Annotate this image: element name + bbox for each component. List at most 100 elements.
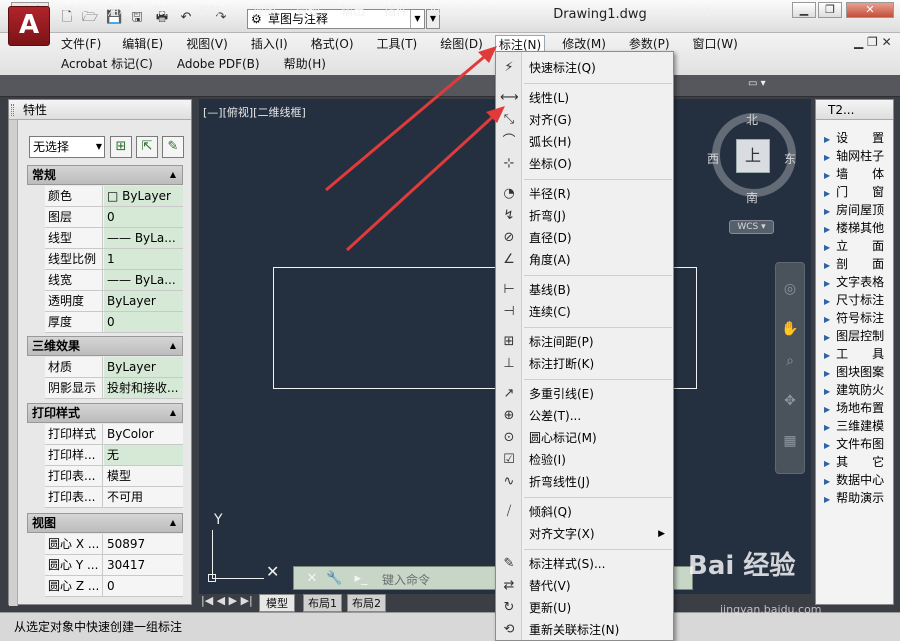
zoom-icon[interactable]: ⌕ (781, 352, 799, 370)
menu-item-reassociate[interactable]: ⟲ 重新关联标注(N) (496, 619, 673, 641)
prop-row-shadow[interactable]: 阴影显示 投射和接收... (45, 378, 183, 399)
menu-item-dim-space[interactable]: ⊞ 标注间距(P) (496, 331, 673, 353)
menu-insert[interactable]: 插入(I) (248, 35, 291, 54)
menu-item-quick-dimension[interactable]: ⚡ 快速标注(Q) (496, 57, 673, 79)
menu-adobe-pdf[interactable]: Adobe PDF(B) (174, 55, 263, 73)
prop-row-lineweight[interactable]: 线宽 —— ByLa... (45, 270, 183, 291)
prop-row-center-x[interactable]: 圆心 X ... 50897 (45, 534, 183, 555)
showmotion-icon[interactable]: ▦ (781, 432, 799, 450)
menu-item-aligned[interactable]: ⤡ 对齐(G) (496, 109, 673, 131)
menu-item-continue[interactable]: ⊣ 连续(C) (496, 301, 673, 323)
menu-file[interactable]: 文件(F) (58, 35, 104, 54)
pan-hand-icon[interactable]: ✋ (781, 320, 799, 338)
menu-item-baseline[interactable]: ⊢ 基线(B) (496, 279, 673, 301)
tab-insert[interactable]: 插入 (57, 2, 93, 21)
select-objects-icon[interactable]: ⇱ (136, 136, 158, 158)
prop-row-linetype[interactable]: 线型 —— ByLa... (45, 228, 183, 249)
menu-window[interactable]: 窗口(W) (690, 35, 741, 54)
tab-layout2[interactable]: 布局2 (347, 594, 386, 612)
tab-output[interactable]: 输出 (335, 2, 371, 21)
menu-item-linear[interactable]: ⟷ 线性(L) (496, 87, 673, 109)
viewport-controls[interactable]: [—][俯视][二维线框] (203, 104, 306, 120)
palette-item[interactable]: ▶ 房间屋顶 (824, 201, 894, 219)
palette-item[interactable]: ▶ 数据中心 (824, 471, 894, 489)
compass-south[interactable]: 南 (746, 189, 758, 206)
selection-dropdown[interactable]: 无选择 ▼ (29, 136, 105, 158)
ribbon-options-icon[interactable]: ▭ ▾ (748, 78, 766, 89)
menu-edit[interactable]: 编辑(E) (119, 35, 166, 54)
tab-nav-arrows[interactable]: |◀ ◀ ▶ ▶| (201, 594, 253, 607)
orbit-icon[interactable]: ✥ (781, 392, 799, 410)
palette-item[interactable]: ▶ 其 它 (824, 453, 894, 471)
menu-item-update[interactable]: ↻ 更新(U) (496, 597, 673, 619)
palette-item[interactable]: ▶ 设 置 (824, 129, 894, 147)
menu-item-align-text[interactable]: 对齐文字(X) ▶ (496, 523, 673, 545)
palette-item[interactable]: ▶ 尺寸标注 (824, 291, 894, 309)
maximize-button[interactable]: ❐ (818, 2, 842, 18)
menu-item-diameter[interactable]: ⊘ 直径(D) (496, 227, 673, 249)
tab-manage[interactable]: 管理 (290, 2, 326, 21)
prop-row-layer[interactable]: 图层 0 (45, 207, 183, 228)
palette-item[interactable]: ▶ 文字表格 (824, 273, 894, 291)
tab-model[interactable]: 模型 (259, 594, 295, 612)
compass-west[interactable]: 西 (707, 150, 719, 167)
menu-tools[interactable]: 工具(T) (374, 35, 421, 54)
close-icon[interactable]: ✕ (304, 571, 320, 587)
menu-item-dim-style[interactable]: ✎ 标注样式(S)... (496, 553, 673, 575)
compass-east[interactable]: 东 (784, 150, 796, 167)
tab-autodesk360[interactable]: Autodesk 3 (423, 2, 503, 21)
palette-item[interactable]: ▶ 三维建模 (824, 417, 894, 435)
prop-row-center-z[interactable]: 圆心 Z ... 0 (45, 576, 183, 597)
palette-item[interactable]: ▶ 文件布图 (824, 435, 894, 453)
menu-item-jogged[interactable]: ↯ 折弯(J) (496, 205, 673, 227)
palette-item[interactable]: ▶ 图块图案 (824, 363, 894, 381)
prop-row-plotstyle[interactable]: 打印样式 ByColor (45, 424, 183, 445)
prop-row-plot-type[interactable]: 打印表... 不可用 (45, 487, 183, 508)
section-view[interactable]: 视图 ▲ (27, 513, 183, 533)
prop-row-transparency[interactable]: 透明度 ByLayer (45, 291, 183, 312)
menu-draw[interactable]: 绘图(D) (437, 35, 486, 54)
menu-item-radius[interactable]: ◔ 半径(R) (496, 183, 673, 205)
viewcube-top-face[interactable]: 上 (736, 139, 770, 173)
compass-north[interactable]: 北 (746, 111, 758, 128)
tab-parametric[interactable]: 参数化 (191, 2, 239, 21)
palette-item[interactable]: ▶ 帮助演示 (824, 489, 894, 507)
tab-annotate[interactable]: 注释 (101, 2, 137, 21)
menu-item-multileader[interactable]: ↗ 多重引线(E) (496, 383, 673, 405)
palette-item[interactable]: ▶ 楼梯其他 (824, 219, 894, 237)
menu-item-dim-break[interactable]: ⊥ 标注打断(K) (496, 353, 673, 375)
tab-plugins[interactable]: 插件 (378, 2, 414, 21)
app-logo-icon[interactable]: A (8, 6, 50, 46)
minimize-button[interactable]: ▁ (792, 2, 816, 18)
palette-item[interactable]: ▶ 工 具 (824, 345, 894, 363)
steering-wheel-icon[interactable]: ◎ (781, 280, 799, 298)
palette-item[interactable]: ▶ 门 窗 (824, 183, 894, 201)
tab-view[interactable]: 视图 (246, 2, 282, 21)
prop-row-plotstyle-table[interactable]: 打印样... 无 (45, 445, 183, 466)
toggle-pickadd-icon[interactable]: ⊞ (110, 136, 132, 158)
palette-item[interactable]: ▶ 剖 面 (824, 255, 894, 273)
section-3d[interactable]: 三维效果 ▲ (27, 336, 183, 356)
prop-row-thickness[interactable]: 厚度 0 (45, 312, 183, 333)
menu-item-arc-length[interactable]: ⌒ 弧长(H) (496, 131, 673, 153)
menu-item-override[interactable]: ⇄ 替代(V) (496, 575, 673, 597)
menu-item-jogged-linear[interactable]: ∿ 折弯线性(J) (496, 471, 673, 493)
tab-layout[interactable]: 布局 (146, 2, 182, 21)
palette-item[interactable]: ▶ 墙 体 (824, 165, 894, 183)
menu-item-inspection[interactable]: ☑ 检验(I) (496, 449, 673, 471)
menu-item-angular[interactable]: ∠ 角度(A) (496, 249, 673, 271)
prop-row-center-y[interactable]: 圆心 Y ... 30417 (45, 555, 183, 576)
menu-item-oblique[interactable]: ⧸ 倾斜(Q) (496, 501, 673, 523)
menu-acrobat[interactable]: Acrobat 标记(C) (58, 55, 156, 73)
section-plot-style[interactable]: 打印样式 ▲ (27, 403, 183, 423)
tab-layout1[interactable]: 布局1 (303, 594, 342, 612)
close-button[interactable]: ✕ (846, 2, 894, 18)
mdi-controls[interactable]: ▁ ❐ ✕ (854, 35, 892, 49)
menu-view[interactable]: 视图(V) (183, 35, 231, 54)
palette-item[interactable]: ▶ 图层控制 (824, 327, 894, 345)
menu-item-ordinate[interactable]: ⊹ 坐标(O) (496, 153, 673, 175)
prop-row-color[interactable]: 颜色 □ ByLayer (45, 186, 183, 207)
wcs-dropdown[interactable]: WCS ▾ (729, 220, 774, 234)
quick-select-icon[interactable]: ✎ (162, 136, 184, 158)
command-prompt-icon[interactable]: ▸_ (348, 571, 374, 587)
